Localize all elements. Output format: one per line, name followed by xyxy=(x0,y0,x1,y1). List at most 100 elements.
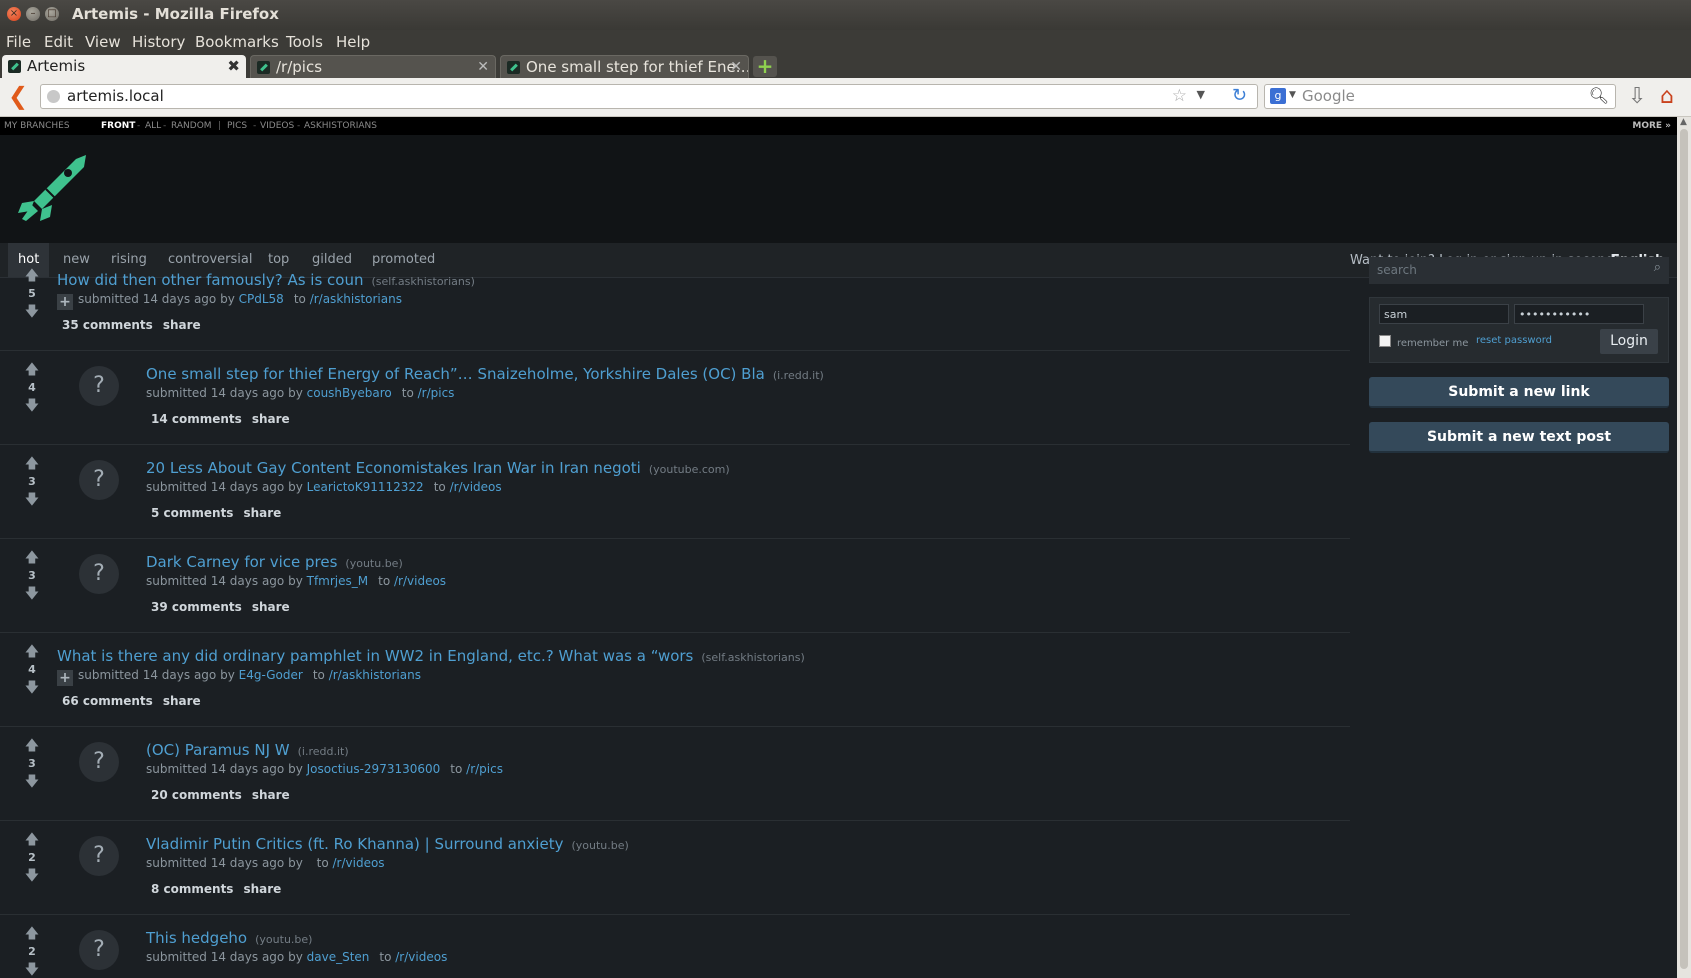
scrollbar-thumb[interactable] xyxy=(1680,129,1688,969)
history-dropdown-icon[interactable]: ▼ xyxy=(1197,88,1205,101)
downvote-arrow-icon[interactable]: 🡇 xyxy=(20,869,44,883)
post-domain[interactable]: (youtu.be) xyxy=(571,839,628,852)
upvote-arrow-icon[interactable]: 🡅 xyxy=(20,269,44,283)
more-link[interactable]: MORE » xyxy=(1632,117,1671,135)
thumbnail-placeholder-icon[interactable]: ? xyxy=(79,366,119,406)
menu-help[interactable]: Help xyxy=(336,33,370,51)
menu-tools[interactable]: Tools xyxy=(286,33,323,51)
comments-link[interactable]: 14 comments xyxy=(151,412,242,426)
tab-close-icon[interactable]: ✕ xyxy=(477,56,489,78)
remember-checkbox[interactable] xyxy=(1379,335,1391,347)
thumbnail-placeholder-icon[interactable]: ? xyxy=(79,742,119,782)
downvote-arrow-icon[interactable]: 🡇 xyxy=(20,493,44,507)
reload-icon[interactable]: ↻ xyxy=(1232,85,1247,106)
home-icon[interactable]: ⌂ xyxy=(1660,84,1674,109)
post-title-link[interactable]: What is there any did ordinary pamphlet … xyxy=(57,647,693,665)
subreddit-link[interactable]: /r/pics xyxy=(466,762,503,776)
thumbnail-placeholder-icon[interactable]: ? xyxy=(79,930,119,970)
author-link[interactable]: Tfmrjes_M xyxy=(307,574,369,588)
share-link[interactable]: share xyxy=(252,412,290,426)
sidebar-search[interactable]: search ⌕ xyxy=(1369,257,1669,284)
scroll-up-icon[interactable]: ▲ xyxy=(1680,117,1687,127)
share-link[interactable]: share xyxy=(243,506,281,520)
site-identity-icon[interactable] xyxy=(47,90,60,103)
sr-front[interactable]: FRONT xyxy=(101,117,135,135)
author-link[interactable]: E4g-Goder xyxy=(239,668,303,682)
downvote-arrow-icon[interactable]: 🡇 xyxy=(20,587,44,601)
author-link[interactable]: Josoctius-2973130600 xyxy=(307,762,441,776)
comments-link[interactable]: 39 comments xyxy=(151,600,242,614)
vertical-scrollbar[interactable]: ▲ xyxy=(1677,117,1691,978)
subreddit-link[interactable]: /r/pics xyxy=(418,386,455,400)
remember-me[interactable]: remember me xyxy=(1379,335,1468,349)
comments-link[interactable]: 35 comments xyxy=(62,318,153,332)
window-minimize-button[interactable]: – xyxy=(26,7,40,21)
back-arrow-icon[interactable]: ❮ xyxy=(8,84,28,108)
post-domain[interactable]: (self.askhistorians) xyxy=(371,275,474,288)
reset-password-link[interactable]: reset password xyxy=(1476,335,1552,346)
upvote-arrow-icon[interactable]: 🡅 xyxy=(20,363,44,377)
google-icon[interactable]: g xyxy=(1270,88,1286,104)
window-maximize-button[interactable]: □ xyxy=(45,7,59,21)
url-text[interactable]: artemis.local xyxy=(67,87,164,105)
sr-all[interactable]: ALL xyxy=(145,117,161,135)
downvote-arrow-icon[interactable]: 🡇 xyxy=(20,305,44,319)
tab-pics[interactable]: /r/pics ✕ xyxy=(250,55,496,78)
upvote-arrow-icon[interactable]: 🡅 xyxy=(20,645,44,659)
upvote-arrow-icon[interactable]: 🡅 xyxy=(20,739,44,753)
thumbnail-placeholder-icon[interactable]: ? xyxy=(79,836,119,876)
menu-edit[interactable]: Edit xyxy=(44,33,73,51)
bookmark-star-icon[interactable]: ☆ xyxy=(1172,86,1187,106)
upvote-arrow-icon[interactable]: 🡅 xyxy=(20,551,44,565)
subreddit-link[interactable]: /r/videos xyxy=(394,574,446,588)
author-link[interactable]: coushByebaro xyxy=(307,386,392,400)
post-title-link[interactable]: Dark Carney for vice pres xyxy=(146,553,337,571)
post-title-link[interactable]: One small step for thief Energy of Reach… xyxy=(146,365,765,383)
post-domain[interactable]: (youtu.be) xyxy=(345,557,402,570)
downvote-arrow-icon[interactable]: 🡇 xyxy=(20,681,44,695)
sr-videos[interactable]: VIDEOS xyxy=(260,117,294,135)
downvote-arrow-icon[interactable]: 🡇 xyxy=(20,775,44,789)
comments-link[interactable]: 8 comments xyxy=(151,882,233,896)
expand-button[interactable]: + xyxy=(57,294,73,310)
comments-link[interactable]: 20 comments xyxy=(151,788,242,802)
submit-text-button[interactable]: Submit a new text post xyxy=(1369,422,1669,453)
subreddit-link[interactable]: /r/askhistorians xyxy=(310,292,402,306)
window-close-button[interactable]: × xyxy=(7,7,21,21)
share-link[interactable]: share xyxy=(252,788,290,802)
post-domain[interactable]: (youtube.com) xyxy=(649,463,730,476)
new-tab-button[interactable]: + xyxy=(753,56,777,77)
post-title-link[interactable]: 20 Less About Gay Content Economistakes … xyxy=(146,459,641,477)
post-title-link[interactable]: (OC) Paramus NJ W xyxy=(146,741,290,759)
downvote-arrow-icon[interactable]: 🡇 xyxy=(20,963,44,977)
address-bar[interactable]: artemis.local ☆ ▼ ↻ xyxy=(40,84,1258,109)
menu-bookmarks[interactable]: Bookmarks xyxy=(195,33,279,51)
sr-askhistorians[interactable]: ASKHISTORIANS xyxy=(304,117,377,135)
post-domain[interactable]: (i.redd.it) xyxy=(773,369,824,382)
comments-link[interactable]: 5 comments xyxy=(151,506,233,520)
post-title-link[interactable]: Vladimir Putin Critics (ft. Ro Khanna) |… xyxy=(146,835,563,853)
sidebar-search-input[interactable]: search xyxy=(1377,263,1417,277)
engine-dropdown-icon[interactable]: ▼ xyxy=(1289,90,1296,100)
submit-link-button[interactable]: Submit a new link xyxy=(1369,377,1669,408)
author-link[interactable]: CPdL58 xyxy=(239,292,284,306)
menu-file[interactable]: File xyxy=(6,33,31,51)
thumbnail-placeholder-icon[interactable]: ? xyxy=(79,554,119,594)
subreddit-link[interactable]: /r/videos xyxy=(395,950,447,964)
share-link[interactable]: share xyxy=(243,882,281,896)
post-domain[interactable]: (youtu.be) xyxy=(255,933,312,946)
comments-link[interactable]: 66 comments xyxy=(62,694,153,708)
upvote-arrow-icon[interactable]: 🡅 xyxy=(20,927,44,941)
tab-close-icon[interactable]: ✕ xyxy=(730,56,742,78)
subreddit-link[interactable]: /r/videos xyxy=(333,856,385,870)
share-link[interactable]: share xyxy=(163,694,201,708)
menu-view[interactable]: View xyxy=(85,33,121,51)
username-field[interactable]: sam xyxy=(1379,304,1509,324)
share-link[interactable]: share xyxy=(163,318,201,332)
author-link[interactable]: dave_Sten xyxy=(307,950,370,964)
tab-close-icon[interactable]: ✖ xyxy=(227,55,240,77)
rocket-logo-icon[interactable] xyxy=(16,153,90,223)
menu-history[interactable]: History xyxy=(132,33,185,51)
search-icon[interactable]: ⌕ xyxy=(1654,260,1661,275)
post-domain[interactable]: (i.redd.it) xyxy=(298,745,349,758)
